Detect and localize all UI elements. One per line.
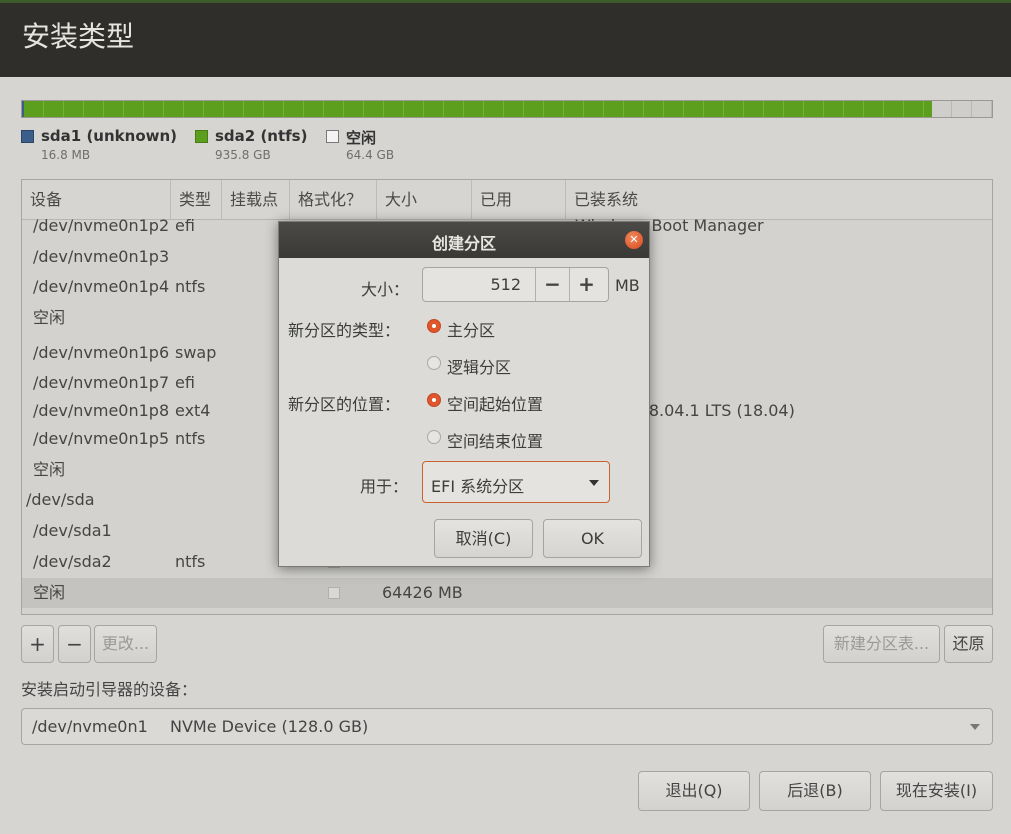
cell-type: efi [175,373,195,392]
bootloader-device-select[interactable]: /dev/nvme0n1 NVMe Device (128.0 GB) [21,708,993,745]
cell-device: /dev/nvme0n1p6 [33,343,170,362]
disk-usage-bar [21,100,993,118]
disk-segment-sda2 [24,101,932,117]
chevron-down-icon [589,480,599,486]
size-unit: MB [615,276,640,295]
legend-name: sda1 (unknown) [41,127,178,145]
cell-type: ext4 [175,401,211,420]
dialog-titlebar: 创建分区 ✕ [279,222,649,258]
install-now-button[interactable]: 现在安装(I) [880,771,993,811]
new-partition-table-button[interactable]: 新建分区表... [823,625,940,663]
use-as-value: EFI 系统分区 [431,477,525,496]
cell-device: /dev/nvme0n1p7 [33,373,170,392]
legend-name: sda2 (ntfs) [215,127,308,145]
disk-segment-free [932,101,992,117]
cell-device: /dev/sda2 [33,552,112,571]
cell-type: ntfs [175,429,206,448]
cell-type: ntfs [175,277,206,296]
legend-size: 935.8 GB [215,148,271,162]
legend-swatch-sda2 [195,130,208,143]
location-end-radio[interactable] [427,430,441,444]
remove-partition-button[interactable]: − [58,625,91,663]
bootloader-device: /dev/nvme0n1 [32,717,148,736]
primary-partition-radio[interactable] [427,319,441,333]
size-label: 大小： [361,280,410,299]
chevron-down-icon [970,724,980,730]
legend-swatch-sda1 [21,130,34,143]
legend-name: 空闲 [346,129,377,147]
use-as-label: 用于： [360,477,409,496]
cancel-button[interactable]: 取消(C) [434,519,533,558]
cell-device: /dev/nvme0n1p5 [33,429,170,448]
location-start-label[interactable]: 空间起始位置 [447,391,543,415]
cell-device: 空闲 [33,460,66,479]
cell-type: ntfs [175,552,206,571]
bootloader-device-description: NVMe Device (128.0 GB) [170,717,369,736]
location-start-radio[interactable] [427,393,441,407]
close-icon[interactable]: ✕ [625,231,643,249]
cell-device: /dev/nvme0n1p3 [33,247,170,266]
size-increment-button[interactable]: + [569,268,603,301]
add-partition-button[interactable]: + [21,625,54,663]
logical-partition-radio[interactable] [427,356,441,370]
size-decrement-button[interactable]: − [535,268,569,301]
cell-device: /dev/nvme0n1p8 [33,401,170,420]
revert-button[interactable]: 还原 [944,625,993,663]
ok-button[interactable]: OK [543,519,642,558]
change-partition-button[interactable]: 更改... [94,625,157,663]
cell-device: /dev/nvme0n1p2 [33,216,170,235]
header-bar: 安装类型 [0,0,1011,77]
quit-button[interactable]: 退出(Q) [638,771,750,811]
partition-type-label: 新分区的类型： [288,321,401,340]
table-row[interactable]: 空闲 64426 MB [22,578,992,608]
cell-size: 64426 MB [382,583,463,602]
cell-device: /dev/sda1 [33,521,112,540]
cell-device: 空闲 [33,583,66,602]
cell-type: efi [175,216,195,235]
size-input[interactable]: 512 [423,275,521,294]
format-checkbox[interactable] [328,587,340,599]
primary-partition-label[interactable]: 主分区 [447,317,495,341]
legend-swatch-free [326,130,339,143]
page-title: 安装类型 [22,20,135,53]
legend-size: 16.8 MB [41,148,91,162]
cell-device: /dev/sda [26,490,95,509]
partition-location-label: 新分区的位置： [288,395,401,414]
cell-device: /dev/nvme0n1p4 [33,277,170,296]
cell-type: swap [175,343,217,362]
cell-device: 空闲 [33,308,66,327]
bootloader-label: 安装启动引导器的设备： [21,680,198,699]
back-button[interactable]: 后退(B) [759,771,871,811]
size-spinner[interactable]: 512 − + [422,267,609,302]
location-end-label[interactable]: 空间结束位置 [447,428,543,452]
legend-size: 64.4 GB [346,148,395,162]
use-as-select[interactable]: EFI 系统分区 [422,461,610,503]
create-partition-dialog: 创建分区 ✕ 大小： 512 − + MB 新分区的类型： 主分区 逻辑分区 新… [278,221,650,567]
dialog-title: 创建分区 [431,234,496,253]
logical-partition-label[interactable]: 逻辑分区 [447,354,511,378]
